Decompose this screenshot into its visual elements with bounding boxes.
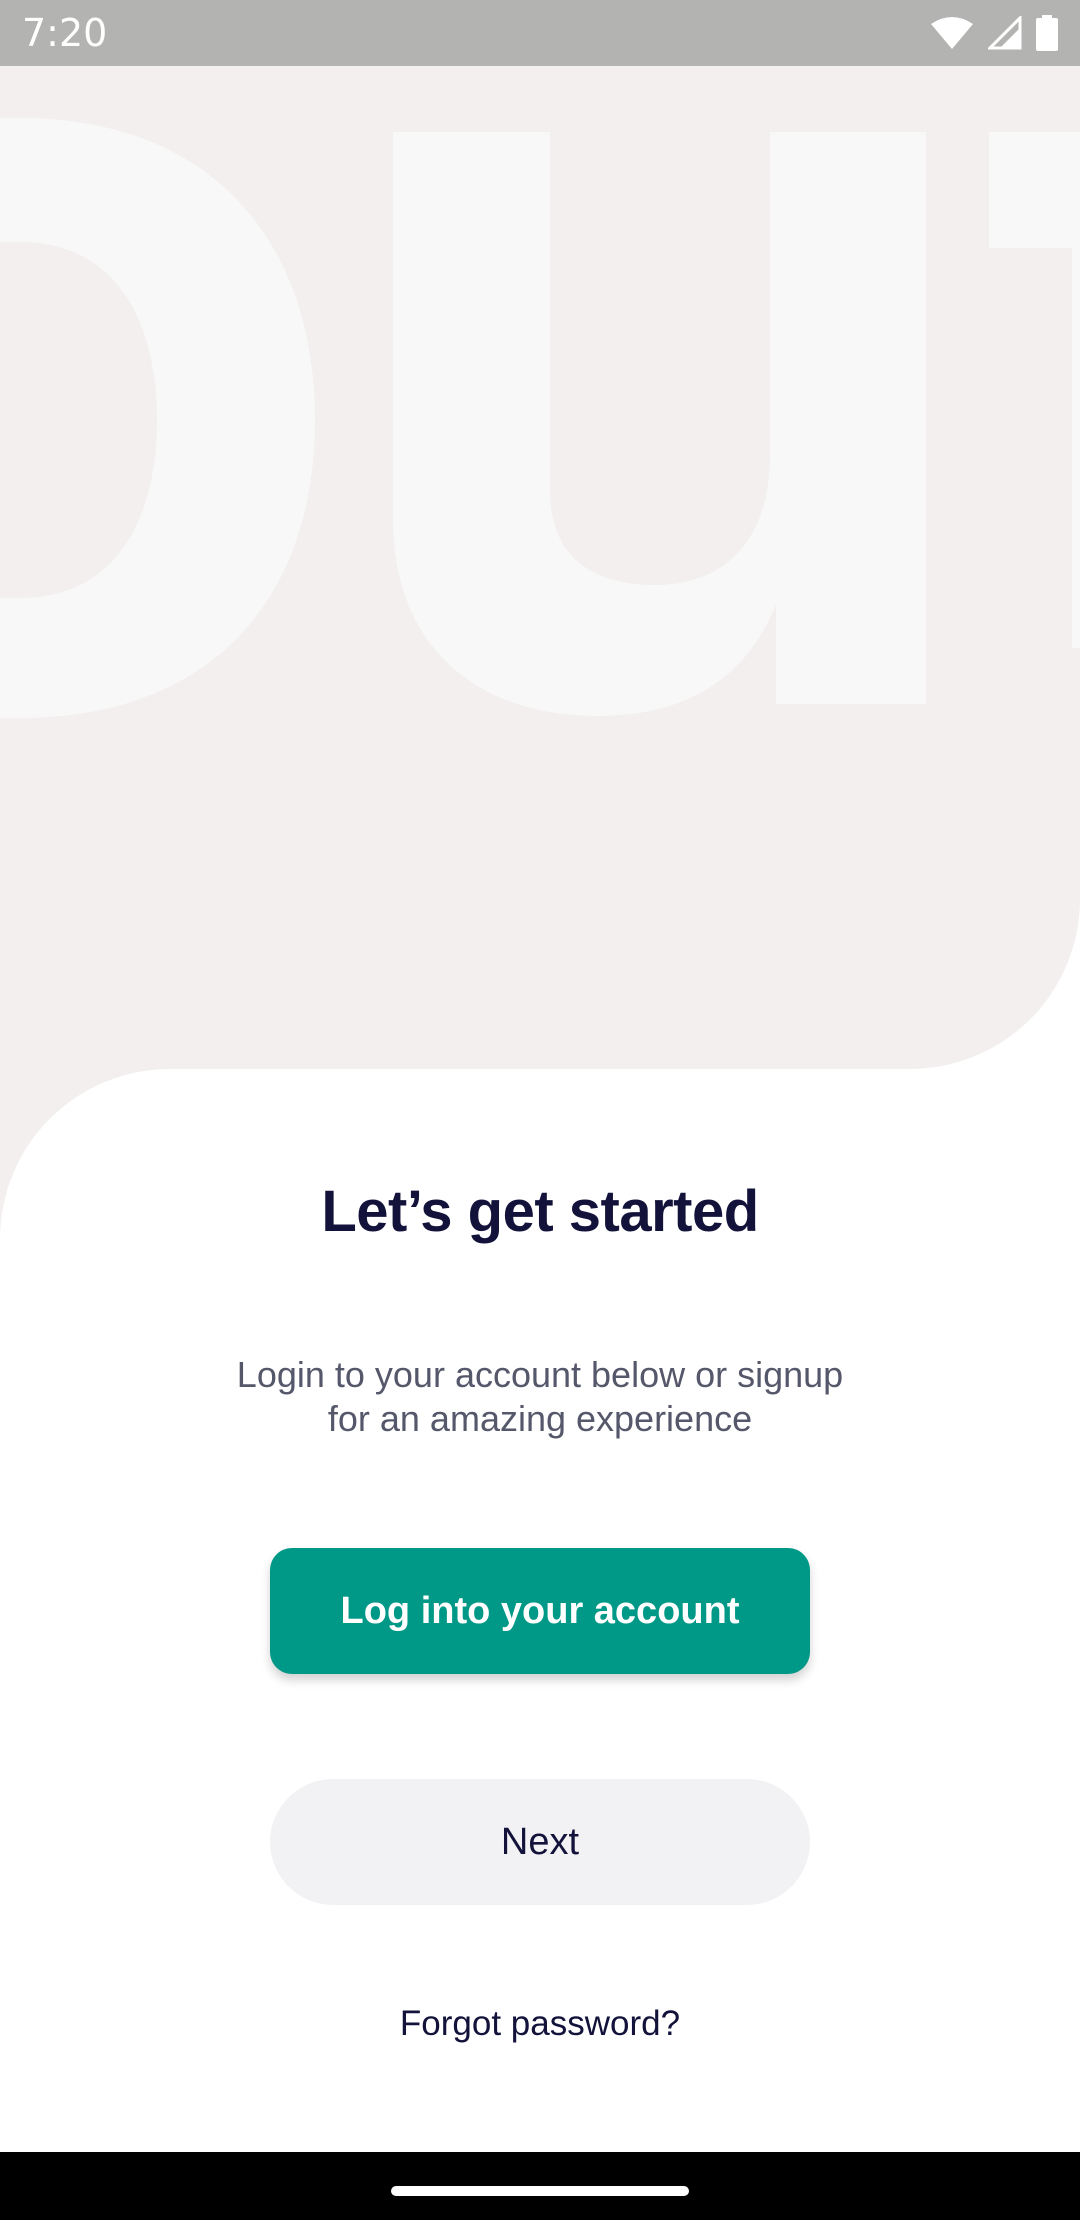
navigation-bar (0, 2152, 1080, 2220)
status-bar: 7:20 (0, 0, 1080, 66)
hero-banner (0, 66, 1080, 1069)
login-button[interactable]: Log into your account (270, 1548, 810, 1674)
next-button[interactable]: Next (270, 1779, 810, 1905)
forgot-password-link[interactable]: Forgot password? (0, 2004, 1080, 2044)
hero-background-lettering (0, 118, 1080, 718)
wifi-icon (931, 17, 973, 49)
login-button-label: Log into your account (340, 1589, 740, 1632)
battery-icon (1036, 15, 1058, 51)
subtitle-line-1: Login to your account below or signup (236, 1354, 844, 1395)
subtitle: Login to your account below or signup fo… (190, 1353, 890, 1441)
subtitle-line-2: for an amazing experience (327, 1398, 753, 1439)
cellular-signal-icon (988, 16, 1022, 50)
next-button-label: Next (500, 1820, 580, 1863)
status-icons (930, 14, 1058, 52)
page-title: Let’s get started (321, 1179, 759, 1244)
home-gesture-handle[interactable] (391, 2186, 689, 2196)
status-time: 7:20 (22, 11, 108, 55)
